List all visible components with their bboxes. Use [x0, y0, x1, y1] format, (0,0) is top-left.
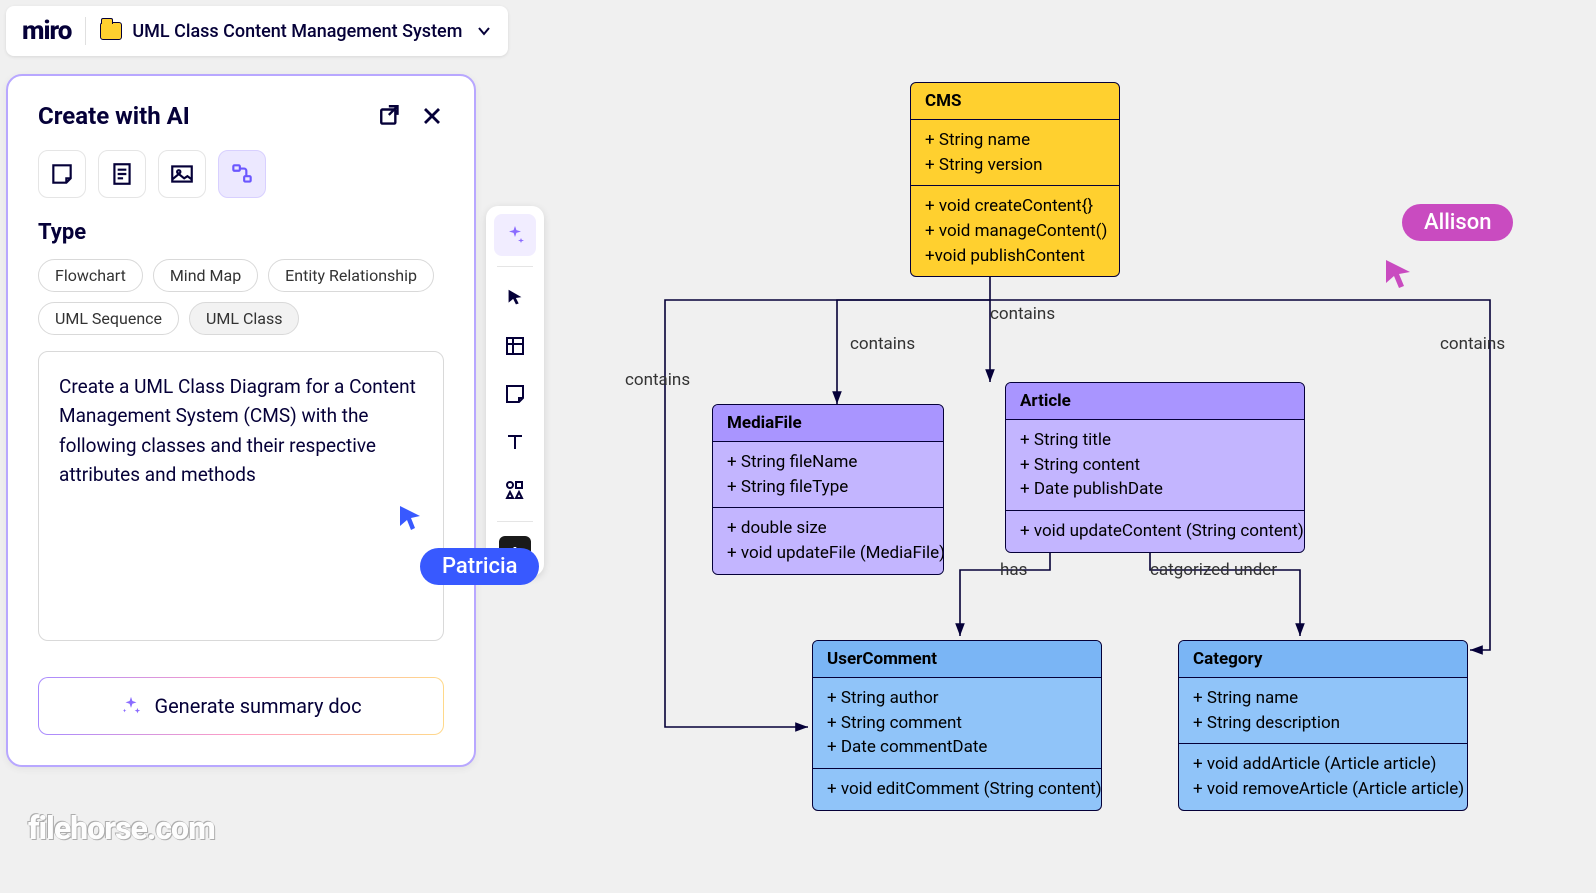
uml-class-usercomment[interactable]: UserComment + String author + String com…	[812, 640, 1102, 811]
uml-method: + void addArticle (Article article)	[1193, 752, 1453, 777]
watermark: filehorse.com	[28, 809, 215, 847]
uml-class-mediafile[interactable]: MediaFile + String fileName + String fil…	[712, 404, 944, 575]
cursor-user-allison: Allison	[1402, 204, 1513, 241]
relation-label: has	[1000, 560, 1027, 580]
uml-method: + void createContent{}	[925, 194, 1105, 219]
relation-label: contains	[625, 370, 690, 390]
cursor-user-patricia: Patricia	[420, 548, 539, 585]
uml-title: CMS	[911, 83, 1119, 120]
uml-attr: + String title	[1020, 428, 1290, 453]
uml-method: + void removeArticle (Article article)	[1193, 777, 1453, 802]
uml-attr: + String author	[827, 686, 1087, 711]
uml-title: UserComment	[813, 641, 1101, 678]
uml-attr: + String fileType	[727, 475, 929, 500]
uml-attr: + String description	[1193, 711, 1453, 736]
uml-method: + void manageContent()	[925, 219, 1105, 244]
uml-attr: + String name	[925, 128, 1105, 153]
relation-label: contains	[990, 304, 1055, 324]
uml-attr: + String fileName	[727, 450, 929, 475]
uml-class-category[interactable]: Category + String name + String descript…	[1178, 640, 1468, 811]
uml-title: MediaFile	[713, 405, 943, 442]
relation-label: catgorized under	[1150, 560, 1277, 580]
uml-method: + double size	[727, 516, 929, 541]
uml-method: + void updateContent (String content)	[1020, 519, 1290, 544]
uml-attr: + Date publishDate	[1020, 477, 1290, 502]
uml-method: + void editComment (String content)	[827, 777, 1087, 802]
uml-title: Category	[1179, 641, 1467, 678]
uml-attr: + String content	[1020, 453, 1290, 478]
relation-label: contains	[850, 334, 915, 354]
uml-class-cms[interactable]: CMS + String name + String version + voi…	[910, 82, 1120, 277]
cursor-icon	[1384, 258, 1416, 290]
cursor-icon	[398, 504, 426, 532]
uml-method: +void publishContent	[925, 244, 1105, 269]
relation-label: contains	[1440, 334, 1505, 354]
uml-attr: + String comment	[827, 711, 1087, 736]
uml-class-article[interactable]: Article + String title + String content …	[1005, 382, 1305, 553]
uml-attr: + String version	[925, 153, 1105, 178]
uml-method: + void updateFile (MediaFile)	[727, 541, 929, 566]
uml-attr: + Date commentDate	[827, 735, 1087, 760]
uml-title: Article	[1006, 383, 1304, 420]
uml-attr: + String name	[1193, 686, 1453, 711]
